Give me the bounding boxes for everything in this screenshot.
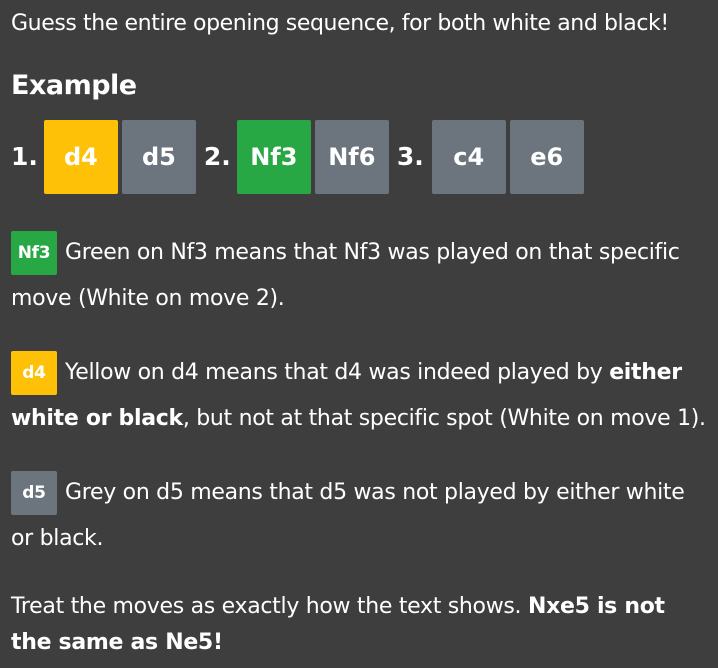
green-badge: Nf3 xyxy=(11,231,57,275)
intro-text: Guess the entire opening sequence, for b… xyxy=(11,11,669,36)
move-number: 1. xyxy=(11,142,38,171)
footer-text: Treat the moves as exactly how the text … xyxy=(11,594,528,619)
footer-note: Treat the moves as exactly how the text … xyxy=(11,589,711,661)
legend-green: Nf3 Green on Nf3 means that Nf3 was playe… xyxy=(11,230,711,322)
move-tile-black-3: e6 xyxy=(509,119,584,194)
yellow-badge: d4 xyxy=(11,351,57,395)
example-heading: Example xyxy=(11,70,137,101)
move-tile-white-2: Nf3 xyxy=(236,119,311,194)
legend-yellow-text-after: , but not at that specific spot (White o… xyxy=(182,406,706,431)
move-tile-black-1: d5 xyxy=(121,119,196,194)
move-tile-black-2: Nf6 xyxy=(314,119,389,194)
move-number: 2. xyxy=(203,142,231,171)
legend-yellow-text: Yellow on d4 means that d4 was indeed pl… xyxy=(65,360,610,385)
legend-green-text: Green on Nf3 means that Nf3 was played o… xyxy=(11,240,680,311)
move-number: 3. xyxy=(396,142,424,171)
move-tile-white-1: d4 xyxy=(43,119,118,194)
legend-grey-text: Grey on d5 means that d5 was not played … xyxy=(11,480,685,551)
example-move-sequence: 1. d4 d5 2. Nf3 Nf6 3. c4 e6 xyxy=(11,119,588,194)
legend-grey: d5 Grey on d5 means that d5 was not playe… xyxy=(11,470,711,562)
legend-yellow: d4 Yellow on d4 means that d4 was indeed … xyxy=(11,350,711,442)
grey-badge: d5 xyxy=(11,471,57,515)
move-tile-white-3: c4 xyxy=(431,119,506,194)
